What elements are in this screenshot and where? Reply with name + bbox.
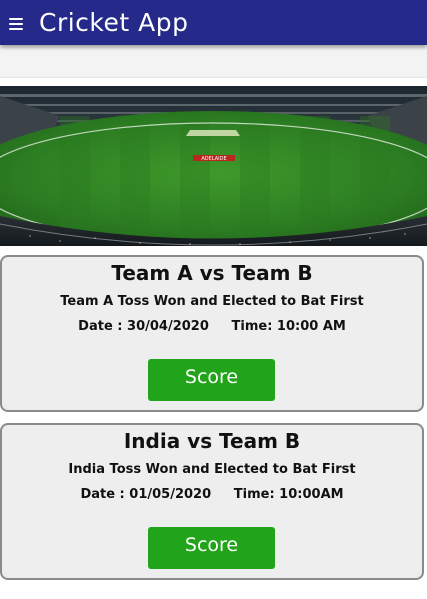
- match-card: Team A vs Team B Team A Toss Won and Ele…: [0, 255, 424, 412]
- score-button[interactable]: Score: [148, 527, 275, 569]
- match-title: Team A vs Team B: [111, 261, 313, 285]
- toss-info: India Toss Won and Elected to Bat First: [68, 462, 356, 477]
- subheader-strip: [0, 47, 427, 78]
- hamburger-menu-icon[interactable]: [9, 17, 23, 30]
- match-schedule: Date : 01/05/2020 Time: 10:00AM: [80, 487, 344, 502]
- match-title: India vs Team B: [123, 429, 301, 453]
- match-card: India vs Team B India Toss Won and Elect…: [0, 423, 424, 580]
- toss-info: Team A Toss Won and Elected to Bat First: [60, 294, 364, 309]
- stadium-banner-image: ADELAIDE: [0, 86, 427, 246]
- match-schedule: Date : 30/04/2020 Time: 10:00 AM: [78, 319, 346, 334]
- score-button[interactable]: Score: [148, 359, 275, 401]
- banner-sign-text: ADELAIDE: [201, 156, 226, 162]
- app-title: Cricket App: [39, 8, 189, 37]
- app-bar: Cricket App: [0, 0, 427, 45]
